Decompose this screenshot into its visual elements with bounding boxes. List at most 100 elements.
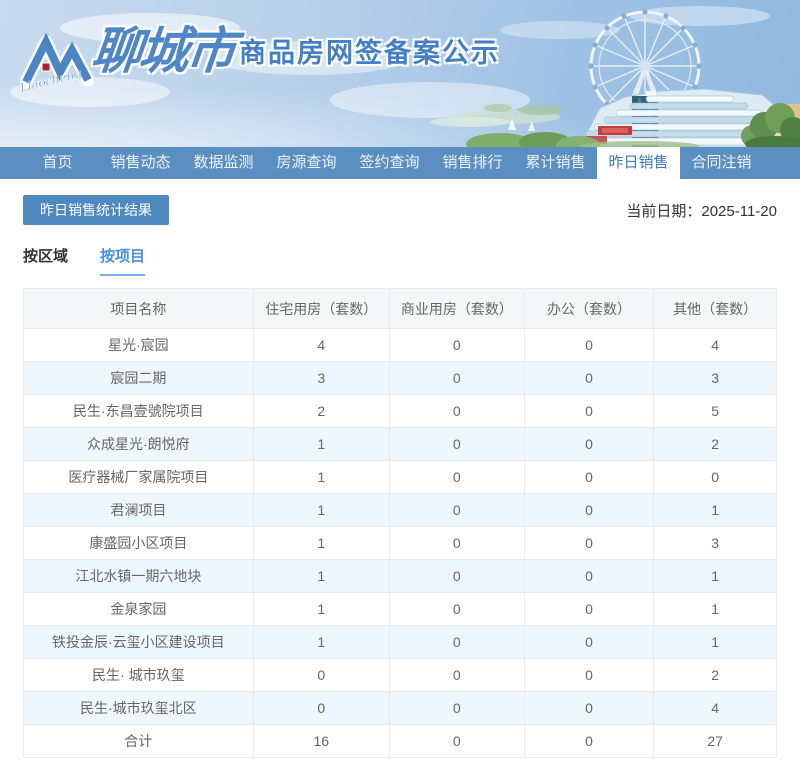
nav-item-0[interactable]: 首页 [16, 147, 99, 179]
count-cell: 0 [388, 625, 525, 659]
count-cell: 1 [252, 460, 390, 494]
header-banner: Liaocheng 聊城市 商品房网签备案公示 [0, 0, 800, 147]
table-row: 众成星光·朗悦府 1 0 0 2 [23, 427, 777, 461]
current-date-label: 当前日期： [626, 202, 702, 220]
nav-item-6[interactable]: 累计销售 [514, 147, 597, 179]
current-date: 当前日期：2025-11-20 [626, 200, 777, 221]
count-cell: 0 [653, 460, 777, 494]
table-row: 民生·城市玖玺北区 0 0 0 4 [23, 691, 777, 725]
count-cell: 0 [523, 592, 655, 626]
table-row: 医疗器械厂家属院项目 1 0 0 0 [23, 460, 777, 494]
column-header: 办公（套数） [523, 288, 655, 329]
count-cell: 1 [252, 592, 390, 626]
sales-table: 项目名称 住宅用房（套数） 商业用房（套数） 办公（套数） 其他（套数） 星光·宸园 4 0… [23, 288, 777, 758]
table-row: 民生· 城市玖玺 0 0 0 2 [23, 658, 777, 692]
count-cell: 1 [653, 559, 777, 593]
site-brand: 聊城市 商品房网签备案公示 [88, 21, 500, 80]
count-cell: 0 [523, 493, 655, 527]
table-row: 康盛园小区项目 1 0 0 3 [23, 526, 777, 560]
count-cell: 1 [252, 526, 390, 560]
mountain-m-logo-icon: Liaocheng [17, 32, 95, 95]
count-cell: 0 [388, 691, 525, 725]
main-nav: 首页 销售动态 数据监测 房源查询 签约查询 销售排行 累计销售 昨日销售 合同注销 [0, 147, 800, 179]
nav-item-7[interactable]: 昨日销售 [597, 147, 680, 179]
count-cell: 2 [252, 394, 390, 428]
count-cell: 2 [653, 427, 777, 461]
project-name-cell: 众成星光·朗悦府 [23, 427, 254, 461]
count-cell: 0 [523, 427, 655, 461]
count-cell: 5 [653, 394, 777, 428]
project-name-cell: 民生·东昌壹號院项目 [23, 394, 254, 428]
count-cell: 0 [523, 691, 655, 725]
count-cell: 1 [252, 625, 390, 659]
nav-item-3[interactable]: 房源查询 [265, 147, 348, 179]
count-cell: 0 [523, 460, 655, 494]
nav-item-2[interactable]: 数据监测 [182, 147, 265, 179]
count-cell: 0 [523, 658, 655, 692]
city-name-calligraphy: 聊城市 [88, 21, 237, 80]
yesterday-sales-result-button[interactable]: 昨日销售统计结果 [23, 195, 169, 225]
table-body: 星光·宸园 4 0 0 4 宸园二期 3 0 0 3 民生·东昌壹號院项目 2 0 0 5 众成星光·朗悦府 1… [23, 328, 777, 758]
count-cell: 0 [252, 691, 390, 725]
nav-item-4[interactable]: 签约查询 [348, 147, 431, 179]
count-cell: 0 [523, 559, 655, 593]
table-header-row: 项目名称 住宅用房（套数） 商业用房（套数） 办公（套数） 其他（套数） [23, 288, 777, 329]
count-cell: 0 [388, 526, 525, 560]
count-cell: 2 [653, 658, 777, 692]
project-name-cell: 民生· 城市玖玺 [23, 658, 254, 692]
count-cell: 0 [523, 724, 655, 758]
count-cell: 3 [653, 526, 777, 560]
project-name-cell: 星光·宸园 [23, 328, 254, 362]
nav-item-5[interactable]: 销售排行 [431, 147, 514, 179]
table-row: 金泉家园 1 0 0 1 [23, 592, 777, 626]
count-cell: 4 [653, 328, 777, 362]
project-name-cell: 合计 [23, 724, 254, 758]
column-header: 项目名称 [23, 288, 254, 329]
count-cell: 4 [653, 691, 777, 725]
column-header: 住宅用房（套数） [252, 288, 390, 329]
page-title: 商品房网签备案公示 [239, 38, 500, 68]
count-cell: 0 [388, 328, 525, 362]
count-cell: 1 [653, 592, 777, 626]
count-cell: 0 [523, 328, 655, 362]
table-row: 君澜项目 1 0 0 1 [23, 493, 777, 527]
toolbar: 昨日销售统计结果 当前日期：2025-11-20 [0, 179, 800, 225]
count-cell: 1 [252, 559, 390, 593]
count-cell: 0 [523, 394, 655, 428]
project-name-cell: 宸园二期 [23, 361, 254, 395]
column-header: 其他（套数） [653, 288, 777, 329]
count-cell: 0 [523, 625, 655, 659]
total-row: 合计 16 0 0 27 [23, 724, 777, 758]
current-date-value: 2025-11-20 [701, 202, 777, 220]
project-name-cell: 铁投金辰·云玺小区建设项目 [23, 625, 254, 659]
count-cell: 0 [388, 658, 525, 692]
project-name-cell: 金泉家园 [23, 592, 254, 626]
table-row: 宸园二期 3 0 0 3 [23, 361, 777, 395]
project-name-cell: 康盛园小区项目 [23, 526, 254, 560]
column-header: 商业用房（套数） [388, 288, 525, 329]
table-row: 民生·东昌壹號院项目 2 0 0 5 [23, 394, 777, 428]
count-cell: 0 [388, 460, 525, 494]
tab-0[interactable]: 按区域 [23, 245, 68, 276]
count-cell: 0 [388, 493, 525, 527]
count-cell: 16 [252, 724, 390, 758]
count-cell: 1 [252, 427, 390, 461]
count-cell: 0 [523, 361, 655, 395]
view-tabs: 按区域 按项目 [0, 225, 800, 276]
nav-item-8[interactable]: 合同注销 [680, 147, 763, 179]
table-row: 星光·宸园 4 0 0 4 [23, 328, 777, 362]
count-cell: 1 [653, 625, 777, 659]
table-row: 铁投金辰·云玺小区建设项目 1 0 0 1 [23, 625, 777, 659]
tab-1[interactable]: 按项目 [100, 245, 146, 276]
count-cell: 3 [653, 361, 777, 395]
nav-item-1[interactable]: 销售动态 [99, 147, 182, 179]
count-cell: 4 [252, 328, 390, 362]
project-name-cell: 医疗器械厂家属院项目 [23, 460, 254, 494]
count-cell: 0 [388, 361, 525, 395]
count-cell: 0 [523, 526, 655, 560]
project-name-cell: 君澜项目 [23, 493, 254, 527]
count-cell: 0 [388, 427, 525, 461]
sales-table-wrap: 项目名称 住宅用房（套数） 商业用房（套数） 办公（套数） 其他（套数） 星光·宸园 4 0… [23, 288, 777, 758]
count-cell: 3 [252, 361, 390, 395]
project-name-cell: 江北水镇一期六地块 [23, 559, 254, 593]
